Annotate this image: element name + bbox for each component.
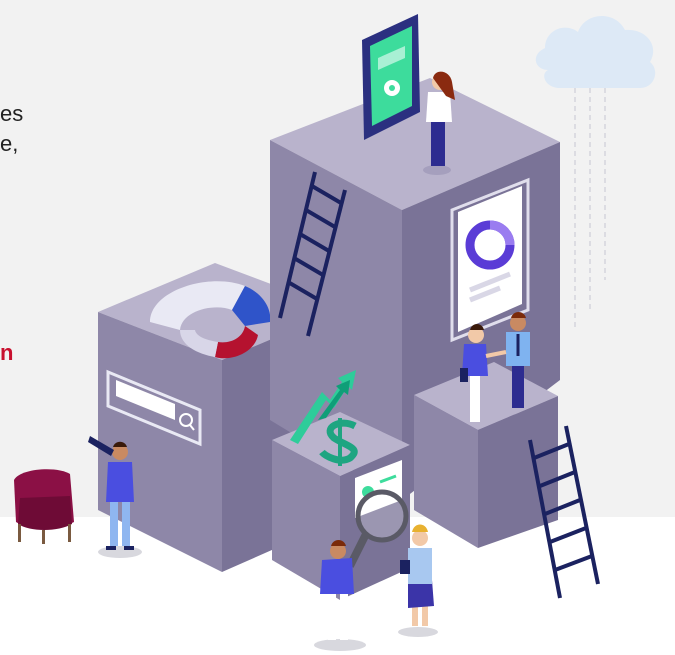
- telescope-man-icon: [88, 436, 134, 550]
- figure-shadow: [98, 546, 142, 558]
- figure-shadow: [314, 639, 366, 651]
- isometric-scene: [14, 14, 656, 651]
- figure-shadow: [398, 627, 438, 637]
- hero-illustration-section: es e, n: [0, 0, 675, 655]
- armchair-icon: [14, 469, 74, 544]
